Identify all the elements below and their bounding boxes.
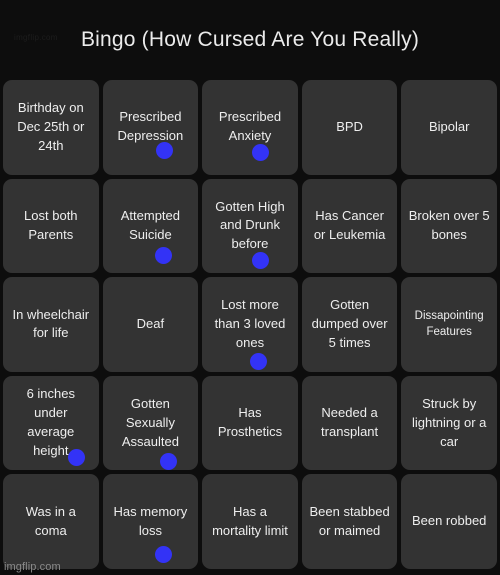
bingo-cell[interactable]: Dissapointing Features — [401, 277, 497, 372]
bingo-cell-label: Prescribed Anxiety — [218, 109, 282, 144]
bingo-cell-label: Dissapointing Features — [414, 309, 484, 339]
bingo-cell-label: BPD — [336, 118, 363, 134]
bingo-cell-label: Gotten dumped over 5 times — [311, 297, 388, 350]
bingo-cell[interactable]: Has Prosthetics — [202, 375, 298, 471]
bingo-cell-label: Prescribed Depression — [117, 109, 184, 144]
corner-watermark: imgflip.com — [14, 33, 58, 42]
bingo-cell[interactable]: In wheelchair for life — [3, 277, 99, 372]
bingo-cell[interactable]: Been stabbed or maimed — [301, 474, 398, 569]
bingo-cell-label: 6 inches under average height — [26, 386, 75, 458]
bingo-cell-label: Gotten High and Drunk before — [215, 198, 285, 252]
bingo-marker-dot — [155, 246, 173, 264]
bingo-cell[interactable]: Struck by lightning or a car — [401, 375, 497, 471]
bingo-cell[interactable]: 6 inches under average height — [3, 375, 99, 471]
bingo-cell-label: In wheelchair for life — [12, 306, 90, 341]
bingo-cell[interactable]: Been robbed — [401, 474, 497, 569]
bingo-cell[interactable]: Deaf — [102, 277, 199, 372]
bingo-cell-label: Struck by lightning or a car — [411, 395, 487, 449]
bingo-cell-label: Deaf — [136, 316, 165, 332]
bingo-marker-dot — [249, 352, 267, 370]
bingo-cell-label: Gotten Sexually Assaulted — [121, 395, 179, 449]
bingo-cell[interactable]: Needed a transplant — [301, 375, 398, 471]
bingo-cell[interactable]: Has a mortality limit — [202, 474, 298, 569]
bingo-cell-label: Needed a transplant — [321, 405, 379, 440]
bingo-grid: Birthday on Dec 25th or 24th Prescribed D… — [0, 80, 500, 572]
bingo-cell[interactable]: Lost both Parents — [3, 178, 99, 274]
bingo-cell[interactable]: Lost more than 3 loved ones — [202, 277, 298, 372]
bingo-cell[interactable]: Gotten Sexually Assaulted — [102, 375, 199, 471]
bingo-cell-label: Lost more than 3 loved ones — [214, 297, 286, 350]
bingo-marker-dot — [159, 453, 177, 471]
bingo-cell-label: Has a mortality limit — [212, 503, 288, 538]
bingo-cell-label: Has Cancer or Leukemia — [313, 208, 386, 242]
footer-watermark: imgflip.com — [4, 561, 61, 573]
bingo-cell[interactable]: Gotten dumped over 5 times — [301, 277, 398, 372]
bingo-cell[interactable]: Gotten High and Drunk before — [202, 178, 298, 274]
bingo-marker-dot — [251, 252, 269, 270]
bingo-marker-dot — [251, 144, 269, 162]
bingo-cell[interactable]: Has memory loss — [102, 474, 199, 569]
page-title: Bingo (How Cursed Are You Really) — [80, 28, 420, 52]
bingo-cell[interactable]: Prescribed Anxiety — [202, 80, 298, 175]
bingo-cell-label: Has memory loss — [113, 503, 188, 538]
bingo-cell[interactable]: Was in a coma — [3, 474, 99, 569]
bingo-cell[interactable]: BPD — [301, 80, 398, 175]
title-bar: Bingo (How Cursed Are You Really) — [0, 0, 500, 80]
bingo-cell[interactable]: Attempted Suicide — [102, 178, 199, 274]
bingo-cell-label: Bipolar — [428, 118, 470, 134]
bingo-cell[interactable]: Has Cancer or Leukemia — [301, 178, 398, 274]
bingo-cell-label: Been robbed — [411, 513, 487, 529]
bingo-cell-label: Been stabbed or maimed — [309, 503, 390, 538]
bingo-cell[interactable]: Birthday on Dec 25th or 24th — [3, 80, 99, 175]
bingo-cell-label: Attempted Suicide — [120, 208, 181, 242]
bingo-cell-label: Lost both Parents — [24, 208, 78, 242]
bingo-cell[interactable]: Prescribed Depression — [102, 80, 199, 175]
bingo-cell-label: Broken over 5 bones — [408, 208, 490, 242]
bingo-marker-dot — [155, 546, 173, 564]
bingo-cell-label: Birthday on Dec 25th or 24th — [17, 100, 85, 153]
bingo-cell[interactable]: Bipolar — [401, 80, 497, 175]
bingo-cell[interactable]: Broken over 5 bones — [401, 178, 497, 274]
bingo-cell-label: Was in a coma — [25, 503, 76, 538]
bingo-cell-label: Has Prosthetics — [217, 405, 283, 440]
bingo-card: imgflip.com Bingo (How Cursed Are You Re… — [0, 0, 500, 575]
